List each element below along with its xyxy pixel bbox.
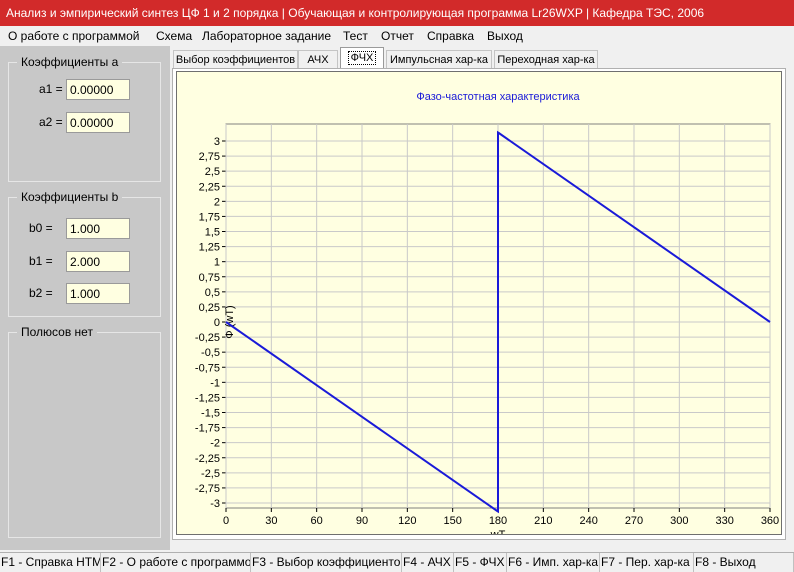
y-tick-label: 2,5	[205, 166, 220, 178]
x-tick-label: 180	[489, 515, 507, 527]
x-tick-label: 30	[265, 515, 277, 527]
menu-lab-task[interactable]: Лабораторное задание	[202, 26, 331, 46]
y-tick-label: 1,5	[205, 227, 220, 239]
menu-test[interactable]: Тест	[343, 26, 368, 46]
x-tick-label: 300	[670, 515, 688, 527]
y-tick-label: 0,25	[199, 302, 220, 314]
fkey-f4-amplitude[interactable]: F4 - АЧХ	[402, 553, 454, 572]
fkey-f1-help[interactable]: F1 - Справка HTML	[0, 553, 101, 572]
tab-impulse-label: Импульсная хар-ка	[390, 54, 488, 66]
y-tick-label: -2	[210, 438, 220, 450]
tab-impulse[interactable]: Импульсная хар-ка	[386, 50, 492, 68]
y-tick-label: 1	[214, 257, 220, 269]
x-tick-label: 120	[398, 515, 416, 527]
y-tick-label: -0,75	[195, 362, 220, 374]
group-coefficients-a: Коэффициенты a a1 = a2 =	[8, 55, 161, 182]
menu-help[interactable]: Справка	[427, 26, 474, 46]
fkey-f3-coefficients[interactable]: F3 - Выбор коэффициентов	[251, 553, 402, 572]
group-b-title: Коэффициенты b	[17, 190, 123, 204]
fkey-f5-phase[interactable]: F5 - ФЧХ	[454, 553, 507, 572]
tab-amplitude-label: АЧХ	[307, 54, 329, 66]
y-tick-label: 0	[214, 317, 220, 329]
y-tick-label: -0,25	[195, 332, 220, 344]
menu-bar: О работе с программой Схема Лабораторное…	[0, 26, 794, 46]
y-tick-label: 1,75	[199, 211, 220, 223]
x-axis-label: wT	[490, 529, 506, 534]
y-tick-label: -1,75	[195, 423, 220, 435]
tab-amplitude[interactable]: АЧХ	[298, 50, 338, 68]
tab-step-label: Переходная хар-ка	[497, 54, 595, 66]
tab-step[interactable]: Переходная хар-ка	[494, 50, 598, 68]
y-tick-label: 2	[214, 196, 220, 208]
x-tick-label: 0	[223, 515, 229, 527]
plot-frame: 3 2,75 2,5 2,25 2 1,75 1,5 1,25 1 0,75 0,5 0,25 0 -0,…	[176, 71, 782, 541]
tab-coefficients[interactable]: Выбор коэффициентов	[173, 50, 298, 68]
b1-label: b1 =	[29, 254, 53, 268]
menu-scheme[interactable]: Схема	[156, 26, 192, 46]
a1-label: a1 =	[39, 82, 63, 96]
y-tick-label: -1,25	[195, 392, 220, 404]
x-tick-label: 360	[761, 515, 779, 527]
b0-label: b0 =	[29, 221, 53, 235]
b0-field[interactable]	[66, 218, 130, 239]
y-tick-label: -1	[210, 377, 220, 389]
y-tick-label: 3	[214, 136, 220, 148]
y-axis-label: Ф (wT)	[224, 305, 236, 338]
poles-title: Полюсов нет	[17, 325, 97, 339]
y-tick-label: 2,75	[199, 151, 220, 163]
b1-field[interactable]	[66, 251, 130, 272]
x-tick-label: 330	[715, 515, 733, 527]
x-tick-label: 90	[356, 515, 368, 527]
a1-field[interactable]	[66, 79, 130, 100]
fkey-f8-exit[interactable]: F8 - Выход	[694, 553, 794, 572]
b2-label: b2 =	[29, 286, 53, 300]
y-tick-label: -0,5	[201, 347, 220, 359]
y-tick-label: 0,75	[199, 272, 220, 284]
y-tick-label: 2,25	[199, 181, 220, 193]
y-tick-label: 1,25	[199, 242, 220, 254]
y-tick-label: -2,5	[201, 468, 220, 480]
status-bar: F1 - Справка HTML F2 - О работе с програ…	[0, 552, 794, 572]
y-tick-label: -1,5	[201, 408, 220, 420]
y-tick-label: -2,75	[195, 483, 220, 495]
group-coefficients-b: Коэффициенты b b0 = b1 = b2 =	[8, 190, 161, 317]
menu-exit[interactable]: Выход	[487, 26, 523, 46]
group-poles: Полюсов нет	[8, 325, 161, 538]
fkey-f2-about[interactable]: F2 - О работе с программой	[101, 553, 251, 572]
chart-title: Фазо-частотная характеристика	[416, 91, 580, 103]
tab-phase-label: ФЧХ	[347, 51, 377, 65]
phase-tab-panel: 3 2,75 2,5 2,25 2 1,75 1,5 1,25 1 0,75 0,5 0,25 0 -0,…	[172, 68, 786, 541]
window-title: Анализ и эмпирический синтез ЦФ 1 и 2 по…	[0, 0, 794, 26]
group-a-title: Коэффициенты a	[17, 55, 123, 69]
fkey-f7-step[interactable]: F7 - Пер. хар-ка	[600, 553, 694, 572]
y-tick-label: 0,5	[205, 287, 220, 299]
a2-field[interactable]	[66, 112, 130, 133]
y-tick-label: -2,25	[195, 453, 220, 465]
tab-phase[interactable]: ФЧХ	[340, 47, 384, 68]
tab-coefficients-label: Выбор коэффициентов	[175, 54, 296, 66]
tab-control: Выбор коэффициентов АЧХ ФЧХ Импульсная х…	[170, 46, 794, 550]
b2-field[interactable]	[66, 283, 130, 304]
x-tick-label: 60	[311, 515, 323, 527]
x-tick-label: 210	[534, 515, 552, 527]
x-tick-label: 240	[579, 515, 597, 527]
x-tick-label: 150	[443, 515, 461, 527]
phase-response-chart: 3 2,75 2,5 2,25 2 1,75 1,5 1,25 1 0,75 0,5 0,25 0 -0,…	[195, 91, 779, 541]
menu-about[interactable]: О работе с программой	[8, 26, 139, 46]
coefficients-panel: Коэффициенты a a1 = a2 = Коэффициенты b …	[0, 46, 170, 550]
menu-report[interactable]: Отчет	[381, 26, 414, 46]
x-tick-label: 270	[625, 515, 643, 527]
y-tick-label: -3	[210, 498, 220, 510]
a2-label: a2 =	[39, 115, 63, 129]
fkey-f6-impulse[interactable]: F6 - Имп. хар-ка	[507, 553, 600, 572]
